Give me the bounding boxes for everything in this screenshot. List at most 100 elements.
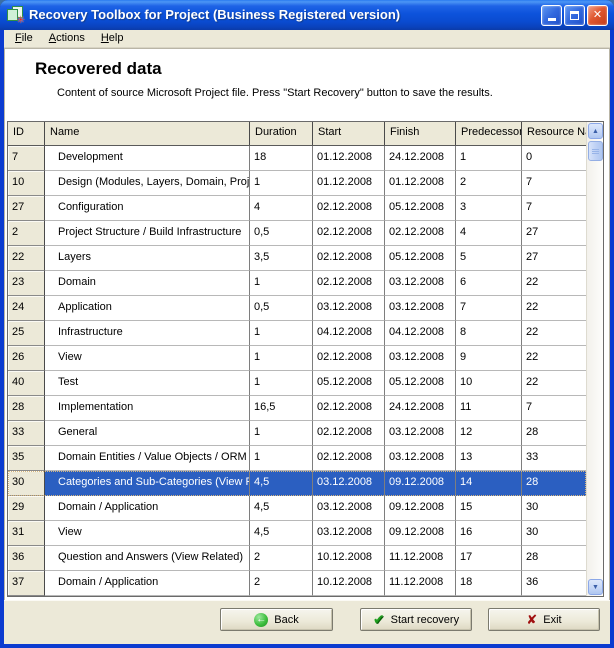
cell-duration: 1 (250, 371, 313, 396)
cell-resource: 33 (522, 446, 586, 471)
recovered-data-grid: ID Name Duration Start Finish Predecesso… (7, 121, 604, 597)
column-header-finish[interactable]: Finish (385, 122, 456, 145)
cell-finish: 09.12.2008 (385, 471, 456, 496)
cell-id: 24 (8, 296, 45, 321)
table-row[interactable]: 28 Implementation 16,5 02.12.2008 24.12.… (8, 396, 586, 421)
cell-id: 30 (8, 471, 45, 496)
cell-name: Domain Entities / Value Objects / ORM (45, 446, 250, 471)
cell-name: Application (45, 296, 250, 321)
cell-name: Design (Modules, Layers, Domain, Proje (45, 171, 250, 196)
cell-predecessor: 1 (456, 146, 522, 171)
cell-predecessor: 14 (456, 471, 522, 496)
column-header-duration[interactable]: Duration (250, 122, 313, 145)
cell-name: View (45, 346, 250, 371)
cell-finish: 09.12.2008 (385, 496, 456, 521)
cell-duration: 2 (250, 571, 313, 596)
table-row[interactable]: 23 Domain 1 02.12.2008 03.12.2008 6 22 (8, 271, 586, 296)
cell-id: 10 (8, 171, 45, 196)
cell-name: Domain / Application (45, 496, 250, 521)
cell-id: 25 (8, 321, 45, 346)
table-row[interactable]: 24 Application 0,5 03.12.2008 03.12.2008… (8, 296, 586, 321)
cell-finish: 05.12.2008 (385, 196, 456, 221)
cell-start: 10.12.2008 (313, 546, 385, 571)
table-row[interactable]: 30 Categories and Sub-Categories (View R… (8, 471, 586, 496)
cell-predecessor: 6 (456, 271, 522, 296)
table-row[interactable]: 33 General 1 02.12.2008 03.12.2008 12 28 (8, 421, 586, 446)
scroll-up-button[interactable]: ▲ (588, 123, 603, 139)
table-row[interactable]: 10 Design (Modules, Layers, Domain, Proj… (8, 171, 586, 196)
cell-name: General (45, 421, 250, 446)
column-header-predecessors[interactable]: Predecessors (456, 122, 522, 145)
cell-resource: 0 (522, 146, 586, 171)
cell-finish: 03.12.2008 (385, 446, 456, 471)
cell-name: Development (45, 146, 250, 171)
cell-start: 02.12.2008 (313, 246, 385, 271)
cell-predecessor: 9 (456, 346, 522, 371)
cell-resource: 22 (522, 271, 586, 296)
table-row[interactable]: 27 Configuration 4 02.12.2008 05.12.2008… (8, 196, 586, 221)
grid-header-row: ID Name Duration Start Finish Predecesso… (8, 122, 586, 146)
cell-finish: 02.12.2008 (385, 221, 456, 246)
table-row[interactable]: 36 Question and Answers (View Related) 2… (8, 546, 586, 571)
minimize-button[interactable] (541, 5, 562, 26)
table-row[interactable]: 22 Layers 3,5 02.12.2008 05.12.2008 5 27 (8, 246, 586, 271)
exit-x-icon: ✘ (526, 612, 537, 628)
cell-id: 36 (8, 546, 45, 571)
cell-finish: 04.12.2008 (385, 321, 456, 346)
column-header-id[interactable]: ID (8, 122, 45, 145)
back-button[interactable]: ← Back (220, 608, 333, 631)
table-row[interactable]: 40 Test 1 05.12.2008 05.12.2008 10 22 (8, 371, 586, 396)
scrollbar-thumb[interactable] (588, 141, 603, 161)
arrow-up-icon: ▲ (592, 128, 599, 135)
cell-finish: 03.12.2008 (385, 421, 456, 446)
cell-duration: 1 (250, 321, 313, 346)
table-row[interactable]: 35 Domain Entities / Value Objects / ORM… (8, 446, 586, 471)
column-header-resource-name[interactable]: Resource Name (522, 122, 586, 145)
cell-start: 03.12.2008 (313, 521, 385, 546)
cell-duration: 4,5 (250, 496, 313, 521)
title-bar: ✳ Recovery Toolbox for Project (Business… (0, 0, 614, 30)
table-row[interactable]: 31 View 4,5 03.12.2008 09.12.2008 16 30 (8, 521, 586, 546)
table-row[interactable]: 29 Domain / Application 4,5 03.12.2008 0… (8, 496, 586, 521)
start-recovery-button[interactable]: ✔ Start recovery (360, 608, 472, 631)
cell-duration: 1 (250, 421, 313, 446)
table-row[interactable]: 37 Domain / Application 2 10.12.2008 11.… (8, 571, 586, 596)
table-row[interactable]: 7 Development 18 01.12.2008 24.12.2008 1… (8, 146, 586, 171)
column-header-name[interactable]: Name (45, 122, 250, 145)
cell-name: View (45, 521, 250, 546)
cell-resource: 22 (522, 321, 586, 346)
column-header-start[interactable]: Start (313, 122, 385, 145)
table-row[interactable]: 2 Project Structure / Build Infrastructu… (8, 221, 586, 246)
scroll-down-button[interactable]: ▼ (588, 579, 603, 595)
cell-resource: 30 (522, 521, 586, 546)
maximize-button[interactable] (564, 5, 585, 26)
cell-finish: 01.12.2008 (385, 171, 456, 196)
cell-id: 7 (8, 146, 45, 171)
table-row[interactable]: 25 Infrastructure 1 04.12.2008 04.12.200… (8, 321, 586, 346)
cell-resource: 28 (522, 421, 586, 446)
menu-help[interactable]: Help (93, 30, 132, 47)
vertical-scrollbar[interactable]: ▲ ▼ (586, 122, 603, 596)
cell-resource: 30 (522, 496, 586, 521)
cell-id: 2 (8, 221, 45, 246)
cell-start: 02.12.2008 (313, 346, 385, 371)
app-window: ✳ Recovery Toolbox for Project (Business… (0, 0, 614, 648)
cell-resource: 7 (522, 171, 586, 196)
cell-start: 03.12.2008 (313, 471, 385, 496)
cell-predecessor: 11 (456, 396, 522, 421)
menu-actions[interactable]: Actions (41, 30, 93, 47)
window-controls: ✕ (541, 5, 608, 26)
cell-id: 26 (8, 346, 45, 371)
cell-finish: 24.12.2008 (385, 396, 456, 421)
close-button[interactable]: ✕ (587, 5, 608, 26)
cell-predecessor: 16 (456, 521, 522, 546)
cell-id: 23 (8, 271, 45, 296)
cell-duration: 0,5 (250, 221, 313, 246)
menu-file[interactable]: File (7, 30, 41, 47)
table-row[interactable]: 26 View 1 02.12.2008 03.12.2008 9 22 (8, 346, 586, 371)
cell-start: 02.12.2008 (313, 421, 385, 446)
exit-button[interactable]: ✘ Exit (488, 608, 600, 631)
minimize-icon (548, 18, 556, 21)
cell-id: 22 (8, 246, 45, 271)
table-body: 7 Development 18 01.12.2008 24.12.2008 1… (8, 146, 586, 596)
